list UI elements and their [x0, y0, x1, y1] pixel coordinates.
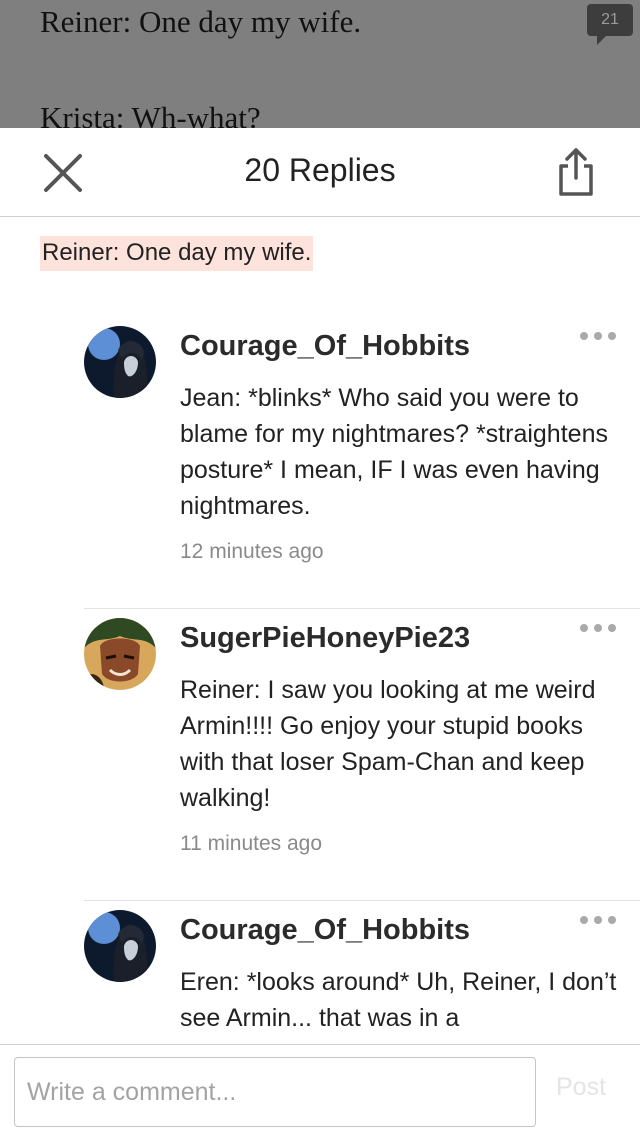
comment-count-badge[interactable]: 21	[587, 4, 633, 45]
share-icon	[559, 148, 593, 196]
story-background: Reiner: One day my wife. Krista: Wh-what…	[0, 0, 640, 130]
comment-body: Jean: *blinks* Who said you were to blam…	[180, 384, 608, 520]
more-options-icon	[580, 624, 616, 632]
avatar-image	[84, 910, 156, 982]
comment-divider	[84, 608, 640, 609]
replies-sheet: 20 Replies Reiner: One day my wife. Cour…	[0, 128, 640, 1137]
comment-body: Eren: *looks around* Uh, Reiner, I don’t…	[180, 968, 617, 1032]
avatar-image	[84, 618, 156, 690]
green-haired-character-avatar[interactable]	[84, 618, 156, 690]
hooded-character-avatar[interactable]	[84, 326, 156, 398]
comment-username[interactable]: Courage_Of_Hobbits	[180, 330, 470, 363]
comment-input[interactable]	[14, 1057, 536, 1127]
more-options-button[interactable]	[578, 910, 618, 930]
story-line: Reiner: One day my wife.	[40, 4, 362, 39]
comment-divider	[84, 900, 640, 901]
avatar-image	[84, 326, 156, 398]
page-title: 20 Replies	[244, 152, 396, 188]
post-button[interactable]: Post	[556, 1073, 606, 1102]
sheet-header: 20 Replies	[0, 128, 640, 217]
more-options-icon	[580, 916, 616, 924]
comment-timestamp: 12 minutes ago	[180, 540, 324, 563]
comment-composer: Post	[0, 1044, 640, 1137]
comment-timestamp: 11 minutes ago	[180, 832, 323, 855]
comment-body: Reiner: I saw you looking at me weird Ar…	[180, 676, 596, 812]
hooded-character-avatar[interactable]	[84, 910, 156, 982]
story-line: Krista: Wh-what?	[40, 100, 261, 130]
comment-username[interactable]: Courage_Of_Hobbits	[180, 914, 470, 947]
share-button[interactable]	[556, 146, 596, 198]
comment-list: Courage_Of_Hobbits Jean: *blinks* Who sa…	[0, 316, 640, 1044]
more-options-button[interactable]	[578, 618, 618, 638]
more-options-icon	[580, 332, 616, 340]
quoted-paragraph: Reiner: One day my wife.	[40, 236, 314, 271]
more-options-button[interactable]	[578, 326, 618, 346]
comment-username[interactable]: SugerPieHoneyPie23	[180, 622, 470, 655]
